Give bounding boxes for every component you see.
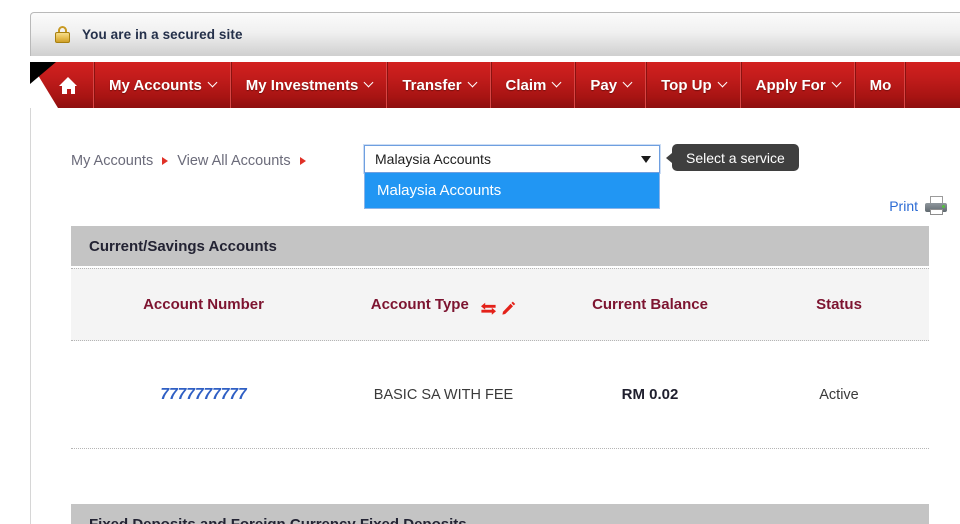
current-balance-value: RM 0.02: [621, 385, 679, 403]
account-type-value: BASIC SA WITH FEE: [373, 386, 514, 403]
account-type-actions: [480, 301, 516, 315]
column-label: Status: [816, 295, 862, 313]
print-label: Print: [889, 197, 918, 214]
secured-site-label: You are in a secured site: [82, 27, 243, 42]
chevron-down-icon: [641, 155, 651, 163]
chevron-down-icon: [719, 79, 727, 87]
breadcrumb-separator-icon: [299, 157, 306, 165]
column-label: Account Type: [370, 295, 469, 313]
pencil-icon[interactable]: [502, 301, 516, 315]
nav-item-pay[interactable]: Pay: [576, 62, 648, 108]
print-button[interactable]: Print: [889, 196, 947, 215]
nav-label: Apply For: [755, 76, 826, 94]
status-value: Active: [819, 386, 859, 403]
page-content: My Accounts View All Accounts Malaysia A…: [30, 108, 960, 524]
column-header-current-balance: Current Balance: [551, 296, 749, 314]
chevron-down-icon: [209, 79, 217, 87]
chevron-down-icon: [833, 79, 841, 87]
nav-label: My Investments: [245, 76, 359, 94]
service-option-malaysia-accounts[interactable]: Malaysia Accounts: [365, 173, 659, 208]
nav-item-my-accounts[interactable]: My Accounts: [95, 62, 232, 108]
column-header-status: Status: [749, 296, 929, 314]
breadcrumb-item-view-all-accounts[interactable]: View All Accounts: [177, 153, 290, 169]
column-header-account-type: Account Type: [336, 295, 551, 315]
nav-item-more[interactable]: Mo: [856, 62, 907, 108]
cell-status: Active: [749, 386, 929, 404]
accounts-table-header: Account Number Account Type Current Bala…: [71, 268, 929, 341]
column-label: Account Number: [143, 295, 264, 313]
tooltip-text: Select a service: [686, 149, 785, 166]
nav-item-claim[interactable]: Claim: [492, 62, 577, 108]
nav-label: Top Up: [661, 76, 712, 94]
nav-label: Pay: [590, 76, 618, 94]
breadcrumb-separator-icon: [162, 157, 169, 165]
section-title: Current/Savings Accounts: [89, 237, 277, 255]
home-icon: [59, 76, 78, 94]
chevron-down-icon: [624, 79, 632, 87]
breadcrumb-item-my-accounts[interactable]: My Accounts: [71, 153, 153, 169]
main-navigation: My Accounts My Investments Transfer Clai…: [30, 62, 960, 108]
account-number-link[interactable]: 7777777777: [160, 386, 246, 403]
service-select-box[interactable]: Malaysia Accounts: [364, 145, 660, 173]
printer-icon: [925, 196, 947, 215]
service-select-value: Malaysia Accounts: [375, 151, 491, 167]
browser-page: You are in a secured site My Accounts My…: [0, 0, 960, 524]
cell-current-balance: RM 0.02: [551, 386, 749, 404]
secured-site-bar: You are in a secured site: [30, 12, 960, 56]
table-row: 7777777777 BASIC SA WITH FEE RM 0.02 Act…: [71, 341, 929, 449]
chevron-down-icon: [469, 79, 477, 87]
lock-icon: [55, 26, 70, 43]
section-title: Fixed Deposits and Foreign Currency Fixe…: [89, 515, 467, 524]
nav-label: Claim: [505, 76, 547, 94]
service-select[interactable]: Malaysia Accounts Malaysia Accounts: [364, 145, 660, 209]
column-header-account-number: Account Number: [71, 296, 336, 314]
nav-item-transfer[interactable]: Transfer: [388, 62, 492, 108]
swap-icon[interactable]: [480, 302, 497, 315]
section-header-fixed-deposits: Fixed Deposits and Foreign Currency Fixe…: [71, 504, 929, 524]
nav-label: Mo: [869, 76, 892, 94]
service-tooltip: Select a service: [666, 144, 799, 171]
service-select-options: Malaysia Accounts: [364, 173, 660, 209]
chevron-down-icon: [553, 79, 561, 87]
section-header-current-savings: Current/Savings Accounts: [71, 226, 929, 266]
nav-label: My Accounts: [109, 76, 202, 94]
nav-label: Transfer: [402, 76, 462, 94]
nav-item-apply-for[interactable]: Apply For: [742, 62, 856, 108]
chevron-down-icon: [365, 79, 373, 87]
cell-account-type: BASIC SA WITH FEE: [336, 386, 551, 404]
breadcrumb: My Accounts View All Accounts: [71, 148, 315, 174]
nav-item-my-investments[interactable]: My Investments: [232, 62, 389, 108]
nav-item-top-up[interactable]: Top Up: [647, 62, 742, 108]
column-label: Current Balance: [592, 295, 708, 313]
cell-account-number: 7777777777: [71, 386, 336, 404]
